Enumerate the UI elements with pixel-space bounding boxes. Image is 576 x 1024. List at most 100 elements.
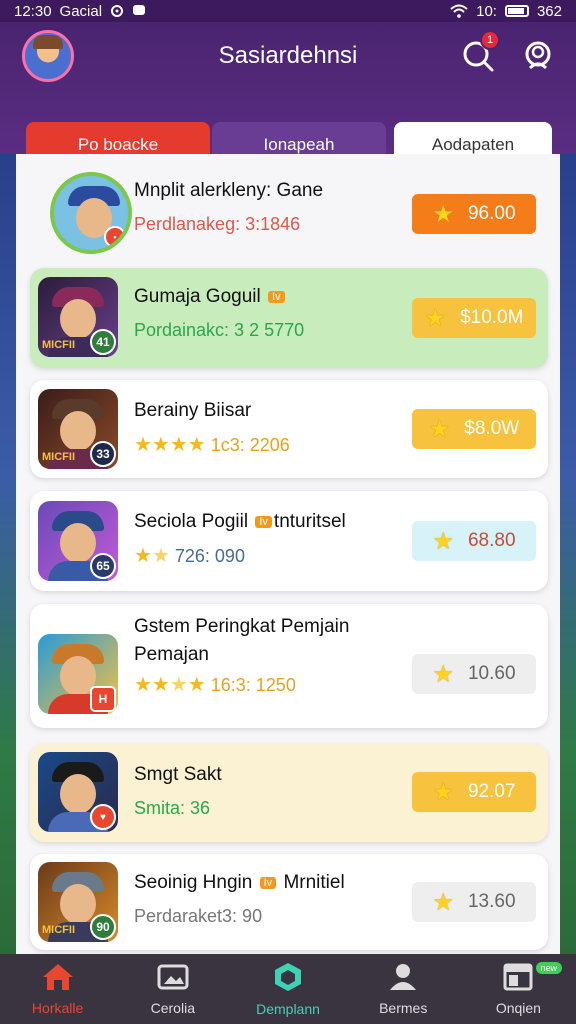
player-name: Smgt Sakt — [134, 764, 222, 785]
nav-item-people[interactable]: Bermes — [346, 954, 461, 1024]
player-name-tail: tnturitsel — [273, 511, 346, 532]
face-shape — [60, 299, 96, 339]
score-value: $10.0M — [460, 307, 524, 328]
star-icon: ★ — [424, 304, 447, 332]
status-battery: 362 — [536, 2, 562, 20]
face-shape — [60, 411, 96, 451]
level-badge-icon: ♥ — [90, 804, 116, 830]
status-network: 10: — [476, 2, 497, 20]
score-button[interactable]: ★ 13.60 — [412, 882, 536, 922]
player-name: Seoinig Hngin Iv Mrnitiel — [134, 872, 345, 894]
battery-icon — [504, 5, 529, 17]
person-icon — [390, 964, 417, 990]
score-button[interactable]: ★ 92.07 — [412, 772, 536, 812]
face-shape — [60, 523, 96, 563]
list-item[interactable]: MICFII 41 Gumaja Goguil Iv Pordainakc: 3… — [30, 268, 548, 368]
star-icon: ★ — [432, 660, 454, 688]
score-button[interactable]: ★ 68.80 — [412, 521, 536, 561]
score-button[interactable]: ★ $10.0M — [412, 298, 536, 338]
nav-label: Onqien — [495, 1000, 541, 1016]
nav-item-home[interactable]: Horkalle — [0, 954, 115, 1024]
face-shape — [60, 884, 96, 924]
list-item[interactable]: MICFII 33 Berainy Biisar ★★★★ 1c3: 2206 … — [30, 380, 548, 478]
star-icon: ★ — [432, 200, 454, 228]
message-icon — [133, 5, 146, 15]
player-thumbnail: MICFII 90 — [38, 862, 118, 942]
player-name-text: Gumaja Goguil — [134, 286, 261, 307]
nav-item-options[interactable]: Onqien new — [461, 954, 576, 1024]
player-thumbnail: MICFII 41 — [38, 277, 118, 357]
player-thumbnail: ♥ — [38, 752, 118, 832]
profile-button[interactable] — [518, 36, 558, 76]
star-rating-icon: ★★ — [134, 545, 170, 567]
player-name: Gstem Peringkat Pemjain — [134, 616, 350, 637]
player-thumbnail: MICFII 33 — [38, 389, 118, 469]
player-subtitle: Smita: 36 — [134, 798, 211, 818]
nav-label: Bermes — [379, 1000, 428, 1016]
list-item[interactable]: MICFII 90 Seoinig Hngin Iv Mrnitiel Perd… — [30, 854, 548, 950]
list-item[interactable]: • Mnplit alerkleny: Gane Perdlanakeg: 3:… — [30, 164, 548, 264]
level-badge: 65 — [90, 553, 116, 579]
status-left: 12:30 Gacial — [14, 3, 146, 20]
list-item[interactable]: ♥ Smgt Sakt Smita: 36 ★ 92.07 — [30, 744, 548, 842]
leaderboard-panel: • Mnplit alerkleny: Gane Perdlanakeg: 3:… — [16, 154, 560, 954]
settings-icon — [111, 5, 124, 17]
rating-text: 726: 090 — [174, 546, 245, 566]
star-icon: ★ — [432, 888, 454, 916]
list-item[interactable]: 65 Seciola Pogiil Iv tnturitsel ★★ 726: 0… — [30, 491, 548, 591]
main-area: • Mnplit alerkleny: Gane Perdlanakeg: 3:… — [0, 154, 576, 954]
nav-label: Horkalle — [31, 1000, 84, 1016]
score-button[interactable]: ★ 96.00 — [412, 194, 536, 234]
nav-item-gallery[interactable]: Cerolia — [115, 954, 230, 1024]
window-icon — [503, 963, 533, 991]
player-subtitle: Perdlanakeg: 3:1846 — [134, 214, 301, 234]
score-button[interactable]: ★ $8.0W — [412, 409, 536, 449]
score-value: 96.00 — [467, 203, 516, 224]
hexagon-icon — [275, 963, 301, 991]
rating-text: 16:3: 1250 — [210, 675, 296, 695]
player-subtitle: ★★★★ 16:3: 1250 — [134, 672, 296, 697]
level-badge-icon: H — [90, 686, 116, 712]
star-rating-icon: ★★★★ — [134, 434, 206, 456]
player-thumbnail: H — [38, 634, 118, 714]
app-header: Sasiardehnsi 1 Po boacke Ionapeah Aodapa… — [0, 22, 576, 168]
status-bar: 12:30 Gacial 10: 362 — [0, 0, 576, 22]
game-logo-text: MICFII — [42, 451, 75, 463]
player-name-tail: Mrnitiel — [283, 872, 345, 893]
status-carrier: Gacial — [59, 2, 103, 20]
score-value: $8.0W — [464, 418, 520, 439]
nav-label: Cerolia — [150, 1000, 195, 1016]
user-icon — [525, 41, 551, 70]
level-badge: 90 — [90, 914, 116, 940]
star-rating-icon: ★★★★ — [134, 674, 206, 696]
score-value: 13.60 — [467, 891, 516, 912]
game-logo-text: MICFII — [42, 924, 75, 936]
player-subtitle: ★★★★ 1c3: 2206 — [134, 432, 290, 457]
player-name: Seciola Pogiil Iv tnturitsel — [134, 511, 346, 533]
home-icon — [42, 964, 73, 990]
player-name: Berainy Biisar — [134, 400, 252, 421]
level-badge: 41 — [90, 329, 116, 355]
player-name: Mnplit alerkleny: Gane — [134, 180, 324, 201]
nav-label: Demplann — [256, 1001, 320, 1017]
player-name-text: Seciola Pogiil — [134, 511, 249, 532]
score-value: 68.80 — [467, 530, 516, 551]
list-item[interactable]: H Gstem Peringkat Pemjain Pemajan ★★★★ 1… — [30, 604, 548, 728]
bottom-nav: Horkalle Cerolia Demplann Bermes Onqien … — [0, 954, 576, 1024]
score-value: 92.07 — [467, 781, 516, 802]
player-subtitle: Pordainakc: 3 2 5770 — [134, 320, 305, 340]
star-icon: ★ — [428, 415, 451, 443]
tag-badge: Iv — [255, 515, 272, 528]
status-time: 12:30 — [14, 2, 52, 20]
nav-item-center[interactable]: Demplann — [230, 954, 345, 1024]
face-shape — [60, 774, 96, 814]
tag-badge: Iv — [268, 290, 285, 303]
player-name-text: Seoinig Hngin — [134, 872, 253, 893]
notification-badge[interactable]: 1 — [480, 30, 500, 50]
game-logo-text: MICFII — [42, 339, 75, 351]
tag-badge: Iv — [259, 876, 277, 889]
player-name: Gumaja Goguil Iv — [134, 286, 287, 308]
new-badge: new — [535, 962, 563, 974]
score-value: 10.60 — [467, 663, 516, 684]
score-button[interactable]: ★ 10.60 — [412, 654, 536, 694]
